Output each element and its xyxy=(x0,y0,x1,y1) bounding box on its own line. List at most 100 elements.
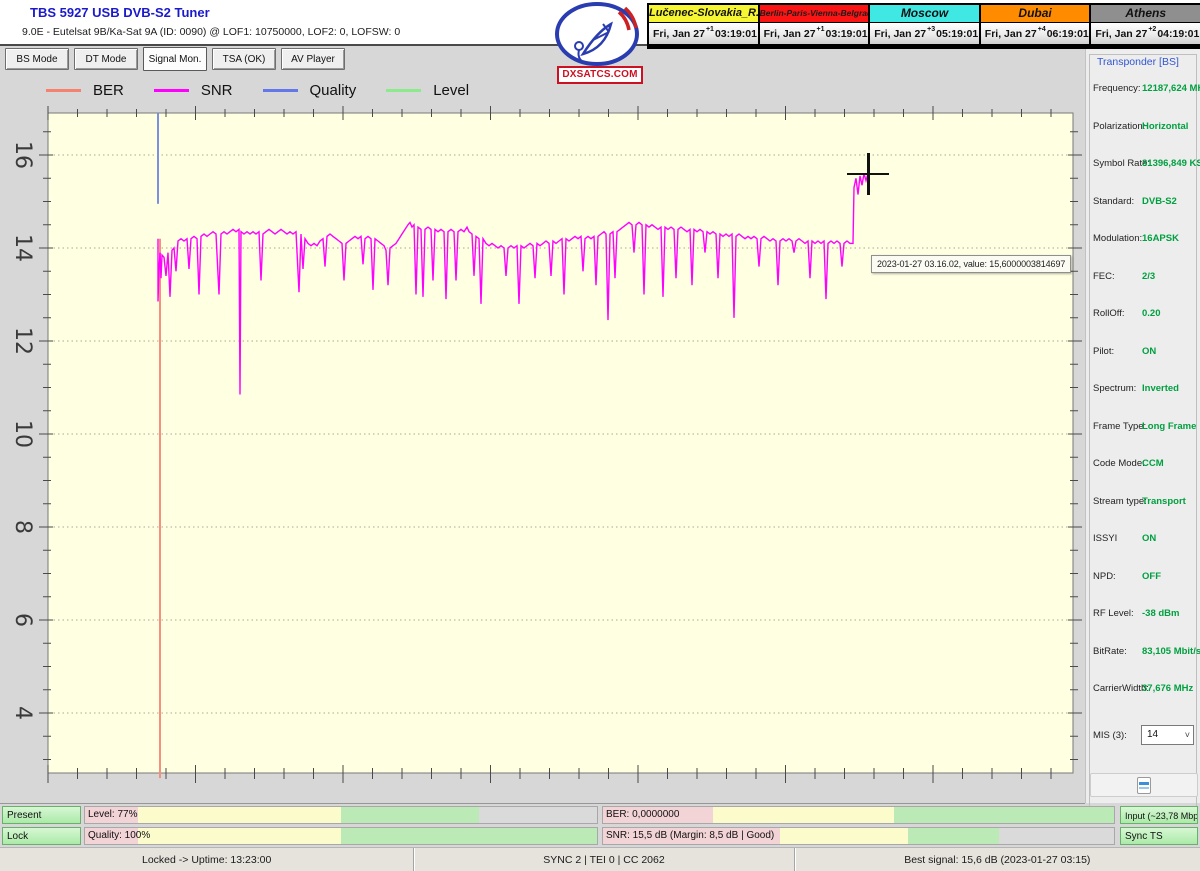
transponder-label-spectrum: Spectrum: xyxy=(1093,383,1136,394)
quality-bar-label: Quality: 100% xyxy=(88,828,150,844)
transponder-value-polarization: Horizontal xyxy=(1142,121,1188,132)
level-bar: Level: 77% xyxy=(84,806,598,824)
clock-city-label: Athens xyxy=(1091,5,1200,23)
transponder-value-rolloff: 0.20 xyxy=(1142,308,1161,319)
statusbar: Locked -> Uptime: 13:23:00 SYNC 2 | TEI … xyxy=(0,847,1200,871)
legend-label: Level xyxy=(433,82,469,99)
transponder-value-symbol-rate: 31396,849 KS/s xyxy=(1142,158,1200,169)
snr-bar: SNR: 15,5 dB (Margin: 8,5 dB | Good) xyxy=(602,827,1115,845)
stream-list-button[interactable] xyxy=(1090,773,1198,797)
bar-segment xyxy=(780,828,907,844)
clock-time-value: 05:19:01 xyxy=(936,28,978,40)
chart-legend: BERSNRQualityLevel xyxy=(46,82,469,99)
clock-time-cell: Fri, Jan 27+305:19:01 xyxy=(870,23,979,44)
clock-time-cell: Fri, Jan 27+103:19:01 xyxy=(649,23,758,44)
y-axis-tick-label-10: 10 xyxy=(8,418,36,450)
bar-segment xyxy=(341,807,479,823)
transponder-value-pilot: ON xyxy=(1142,346,1156,357)
statusbar-best-signal: Best signal: 15,6 dB (2023-01-27 03:15) xyxy=(794,848,1200,871)
clock-time-cell: Fri, Jan 27+406:19:01 xyxy=(981,23,1090,44)
tab-bs-mode[interactable]: BS Mode xyxy=(5,48,69,70)
mis-dropdown-value: 14 xyxy=(1147,729,1158,740)
transponder-value-carrierwidth: 37,676 MHz xyxy=(1142,683,1193,694)
legend-label: BER xyxy=(93,82,124,99)
clock-utc-offset: +4 xyxy=(1038,26,1046,33)
y-axis-tick-label-16: 16 xyxy=(8,139,36,171)
app-title: TBS 5927 USB DVB-S2 Tuner xyxy=(30,5,210,20)
tab-signal-mon[interactable]: Signal Mon. xyxy=(143,47,207,71)
transponder-label-pilot: Pilot: xyxy=(1093,346,1114,357)
clock-utc-offset: +1 xyxy=(706,26,714,33)
transponder-label-code-mode: Code Mode: xyxy=(1093,458,1145,469)
mis-dropdown[interactable]: 14 ˅ xyxy=(1141,725,1194,745)
transponder-label-bitrate: BitRate: xyxy=(1093,646,1127,657)
legend-item-ber: BER xyxy=(46,82,124,99)
lock-indicator: Lock xyxy=(2,827,81,845)
clock-time-value: 06:19:01 xyxy=(1047,28,1089,40)
clock-time-cell: Fri, Jan 27+204:19:01 xyxy=(1091,23,1200,44)
clock-utc-offset: +2 xyxy=(1148,26,1156,33)
legend-line-swatch xyxy=(263,89,298,92)
bar-segment xyxy=(138,828,341,844)
transponder-value-frequency: 12187,624 MHz xyxy=(1142,83,1200,94)
y-axis-tick-label-4: 4 xyxy=(8,697,36,729)
clock-utc-offset: +1 xyxy=(817,26,825,33)
clock-date: Fri, Jan 27 xyxy=(653,28,705,40)
transponder-label-polarization: Polarization: xyxy=(1093,121,1145,132)
clock-column-athens: AthensFri, Jan 27+204:19:01 xyxy=(1091,5,1200,47)
clock-column-dubai: DubaiFri, Jan 27+406:19:01 xyxy=(981,5,1092,47)
mis-label: MIS (3): xyxy=(1093,730,1127,741)
legend-label: SNR xyxy=(201,82,233,99)
present-indicator: Present xyxy=(2,806,81,824)
clock-time-value: 04:19:01 xyxy=(1157,28,1199,40)
transponder-value-modulation: 16APSK xyxy=(1142,233,1179,244)
stream-list-icon xyxy=(1137,777,1151,794)
transponder-value-frame-type: Long Frame xyxy=(1142,421,1196,432)
transponder-label-modulation: Modulation: xyxy=(1093,233,1142,244)
transponder-label-carrierwidth: CarrierWidth: xyxy=(1093,683,1149,694)
bar-segment xyxy=(138,807,341,823)
transponder-value-issyi: ON xyxy=(1142,533,1156,544)
transponder-value-code-mode: CCM xyxy=(1142,458,1164,469)
clock-time-cell: Fri, Jan 27+103:19:01 xyxy=(760,23,869,44)
clock-column-berlin: Berlin-Paris-Vienna-BelgradeFri, Jan 27+… xyxy=(760,5,871,47)
bar-segment xyxy=(999,828,1114,844)
tab-tsa-ok[interactable]: TSA (OK) xyxy=(212,48,276,70)
tab-av-player[interactable]: AV Player xyxy=(281,48,345,70)
clock-city-label: Moscow xyxy=(870,5,979,23)
clock-date: Fri, Jan 27 xyxy=(764,28,816,40)
statusbar-uptime: Locked -> Uptime: 13:23:00 xyxy=(0,848,413,871)
legend-item-snr: SNR xyxy=(154,82,233,99)
dxsatcs-logo: DXSATCS.COM xyxy=(553,2,645,84)
tuner-subtitle: 9.0E - Eutelsat 9B/Ka-Sat 9A (ID: 0090) … xyxy=(22,26,400,38)
snr-bar-label: SNR: 15,5 dB (Margin: 8,5 dB | Good) xyxy=(606,828,774,844)
mode-tab-bar: BS ModeDT ModeSignal Mon.TSA (OK)AV Play… xyxy=(5,48,345,72)
satellite-dish-logo-icon xyxy=(553,2,645,66)
bar-segment xyxy=(908,828,999,844)
transponder-label-fec: FEC: xyxy=(1093,271,1115,282)
y-axis-tick-label-8: 8 xyxy=(8,511,36,543)
bar-segment xyxy=(341,828,597,844)
statusbar-sync-info: SYNC 2 | TEI 0 | CC 2062 xyxy=(413,848,793,871)
tab-dt-mode[interactable]: DT Mode xyxy=(74,48,138,70)
transponder-label-standard: Standard: xyxy=(1093,196,1134,207)
clock-city-label: Berlin-Paris-Vienna-Belgrade xyxy=(760,5,869,23)
transponder-value-npd: OFF xyxy=(1142,571,1161,582)
clock-city-label: Dubai xyxy=(981,5,1090,23)
y-axis-tick-label-6: 6 xyxy=(8,604,36,636)
y-axis-tick-label-12: 12 xyxy=(8,325,36,357)
signal-history-plot[interactable] xyxy=(48,113,1073,773)
clock-time-value: 03:19:01 xyxy=(715,28,757,40)
chart-tooltip: 2023-01-27 03.16.02, value: 15,600000381… xyxy=(871,255,1071,273)
level-bar-label: Level: 77% xyxy=(88,807,137,823)
ber-bar: BER: 0,0000000 xyxy=(602,806,1115,824)
quality-bar: Quality: 100% xyxy=(84,827,598,845)
transponder-groupbox-title: Transponder [BS] xyxy=(1094,56,1182,68)
signal-monitor-chart-region: BERSNRQualityLevel 16141210864 2023-01-2… xyxy=(0,72,1085,804)
clock-date: Fri, Jan 27 xyxy=(874,28,926,40)
bar-segment xyxy=(894,807,1114,823)
bar-segment xyxy=(479,807,597,823)
input-rate-indicator: Input (~23,78 Mbps) xyxy=(1120,806,1198,824)
transponder-value-bitrate: 83,105 Mbit/s xyxy=(1142,646,1200,657)
bar-segment xyxy=(713,807,894,823)
